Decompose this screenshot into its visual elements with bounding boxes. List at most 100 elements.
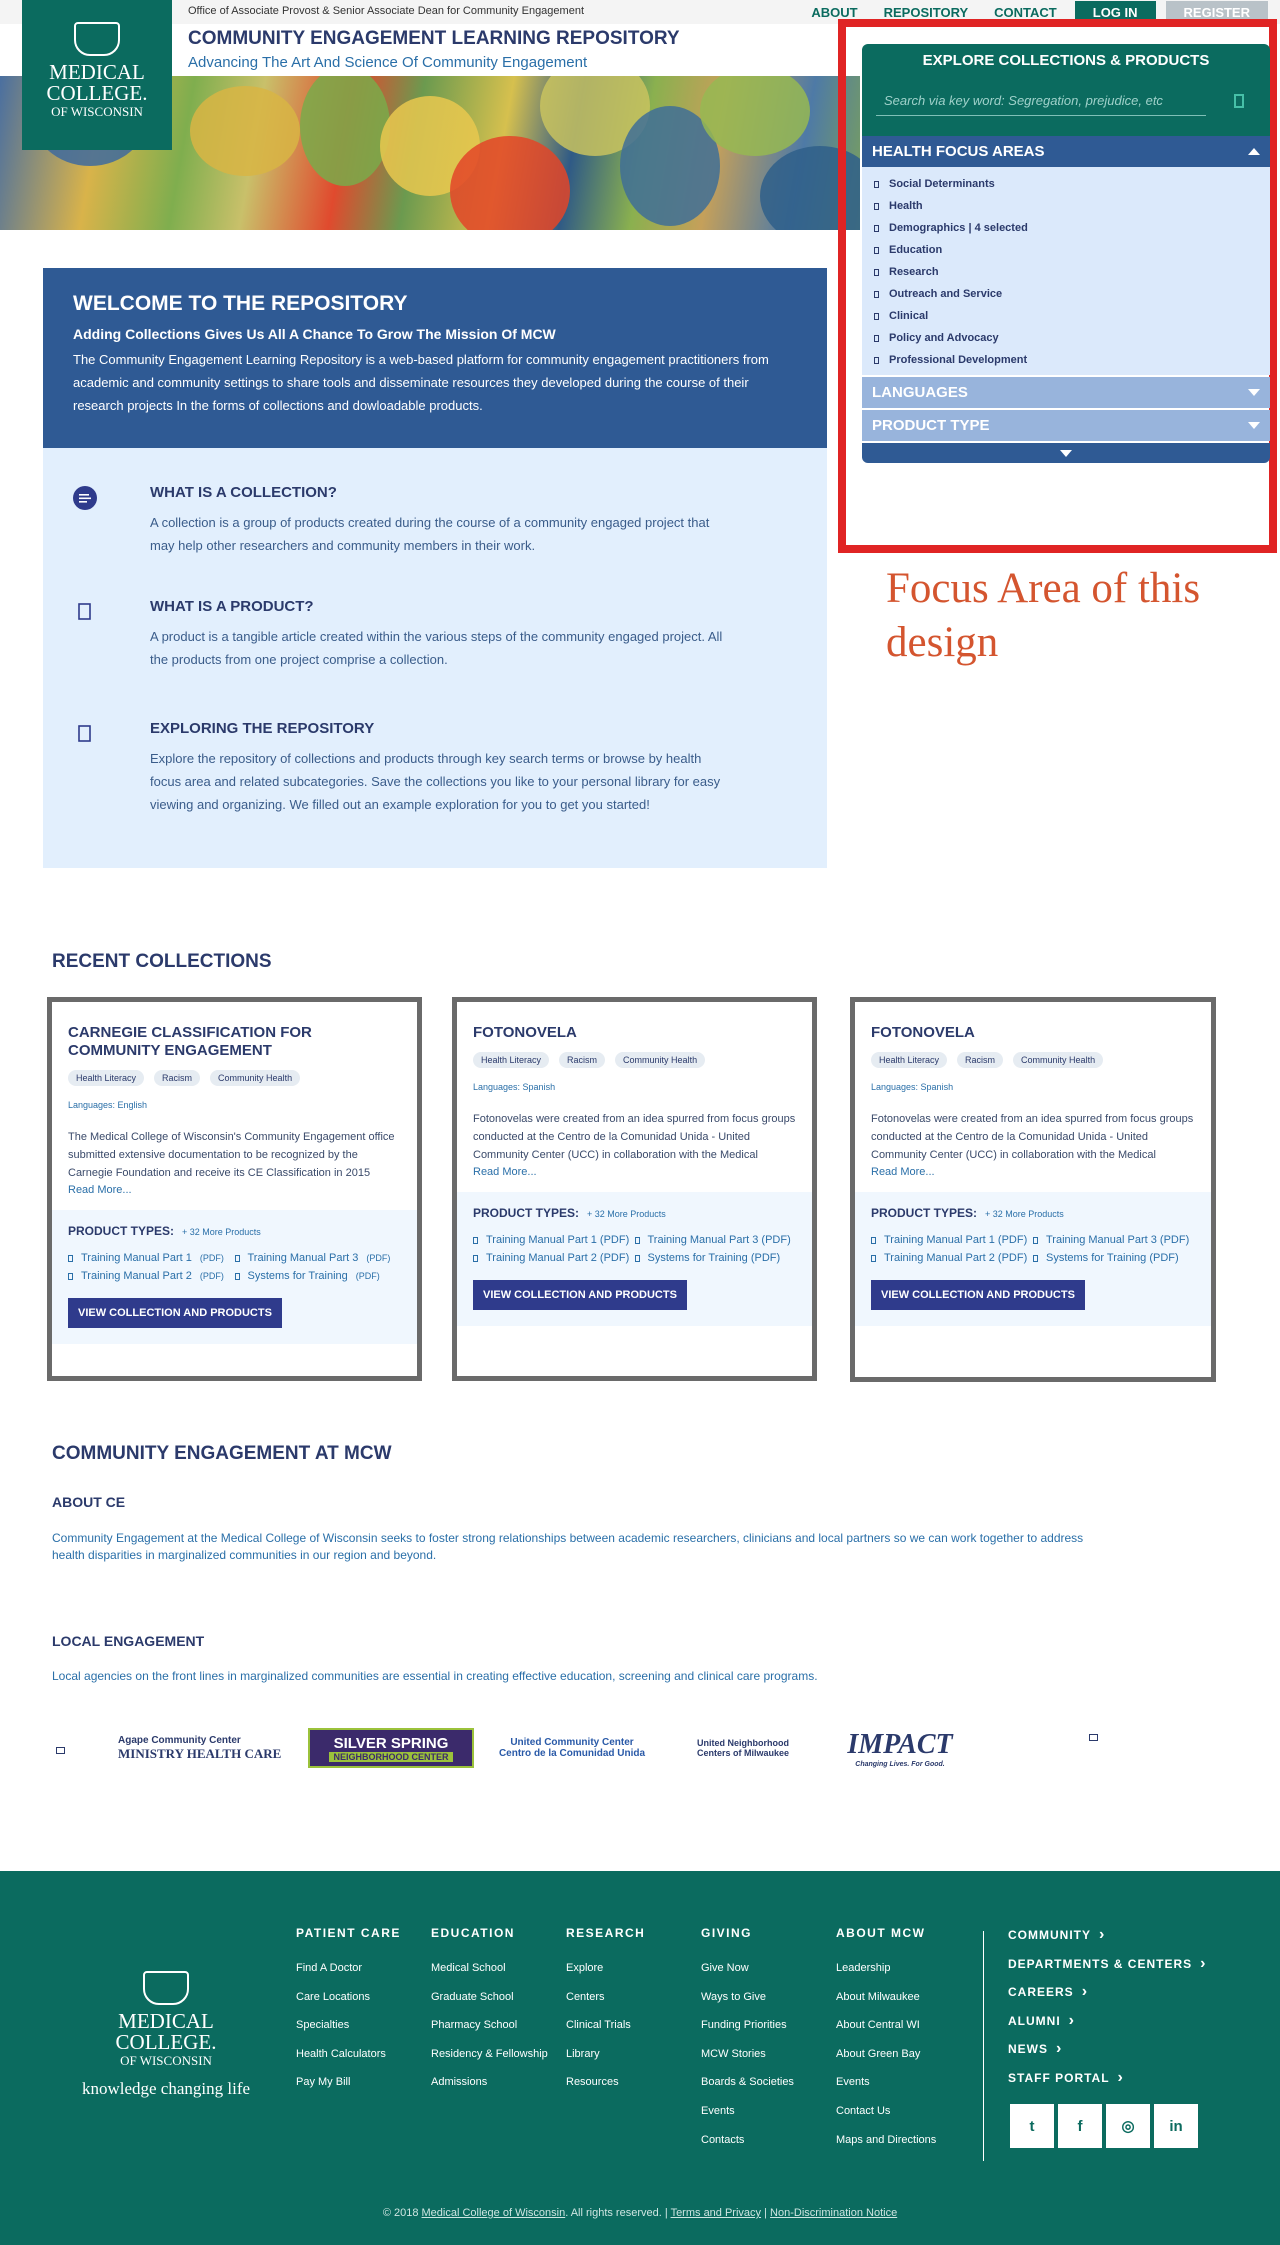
tag-chip[interactable]: Community Health — [1013, 1052, 1104, 1068]
checkbox-icon[interactable] — [874, 334, 879, 342]
health-focus-option[interactable]: Demographics | 4 selected — [874, 217, 1258, 239]
footer-link[interactable]: Health Calculators — [296, 2048, 401, 2077]
checkbox-icon[interactable] — [874, 268, 879, 276]
footer-link[interactable]: Graduate School — [431, 1991, 548, 2020]
partner-silver-spring-logo[interactable]: SILVER SPRING NEIGHBORHOOD CENTER — [308, 1728, 474, 1768]
accordion-languages[interactable]: LANGUAGES — [862, 377, 1270, 408]
footer-link[interactable]: Give Now — [701, 1962, 794, 1991]
health-focus-option[interactable]: Social Determinants — [874, 173, 1258, 195]
search-icon[interactable] — [1234, 94, 1244, 108]
footer-side-link[interactable]: ALUMNI › — [1008, 2012, 1206, 2041]
view-collection-button[interactable]: VIEW COLLECTION AND PRODUCTS — [473, 1280, 687, 1310]
health-focus-option[interactable]: Education — [874, 239, 1258, 261]
footer-link[interactable]: Boards & Societies — [701, 2076, 794, 2105]
accordion-health-focus[interactable]: HEALTH FOCUS AREAS — [862, 136, 1270, 167]
product-link[interactable]: Training Manual Part 2 (PDF) — [473, 1252, 635, 1264]
health-focus-option[interactable]: Professional Development — [874, 349, 1258, 371]
nav-about[interactable]: ABOUT — [803, 5, 865, 20]
footer-link[interactable]: Find A Doctor — [296, 1962, 401, 1991]
footer-link[interactable]: Centers — [566, 1991, 645, 2020]
tag-chip[interactable]: Community Health — [615, 1052, 706, 1068]
footer-link[interactable]: Maps and Directions — [836, 2134, 936, 2163]
product-link[interactable]: Training Manual Part 1 (PDF) — [871, 1234, 1033, 1246]
tag-chip[interactable]: Health Literacy — [871, 1052, 948, 1068]
partner-ucc-logo[interactable]: United Community Center Centro de la Com… — [488, 1725, 656, 1771]
product-link[interactable]: Training Manual Part 1 (PDF) — [68, 1252, 235, 1264]
tag-chip[interactable]: Health Literacy — [473, 1052, 550, 1068]
search-input[interactable] — [876, 86, 1206, 116]
footer-side-link[interactable]: CAREERS › — [1008, 1983, 1206, 2012]
card-title[interactable]: CARNEGIE CLASSIFICATION FOR COMMUNITY EN… — [68, 1024, 401, 1060]
product-link[interactable]: Systems for Training (PDF) — [234, 1270, 402, 1282]
read-more-link[interactable]: Read More... — [473, 1166, 796, 1178]
card-title[interactable]: FOTONOVELA — [871, 1024, 1195, 1042]
health-focus-option[interactable]: Health — [874, 195, 1258, 217]
tag-chip[interactable]: Racism — [559, 1052, 606, 1068]
footer-side-link[interactable]: COMMUNITY › — [1008, 1926, 1206, 1955]
view-collection-button[interactable]: VIEW COLLECTION AND PRODUCTS — [68, 1298, 282, 1328]
footer-link[interactable]: Resources — [566, 2076, 645, 2105]
footer-link[interactable]: Contacts — [701, 2134, 794, 2163]
terms-link[interactable]: Terms and Privacy — [671, 2207, 761, 2219]
footer-link[interactable]: Leadership — [836, 1962, 936, 1991]
view-collection-button[interactable]: VIEW COLLECTION AND PRODUCTS — [871, 1280, 1085, 1310]
footer-link[interactable]: Events — [836, 2076, 936, 2105]
footer-link[interactable]: Library — [566, 2048, 645, 2077]
footer-side-link[interactable]: NEWS › — [1008, 2040, 1206, 2069]
checkbox-icon[interactable] — [874, 224, 879, 232]
read-more-link[interactable]: Read More... — [68, 1184, 401, 1196]
footer-link[interactable]: Funding Priorities — [701, 2019, 794, 2048]
product-link[interactable]: Training Manual Part 3 (PDF) — [634, 1234, 797, 1246]
partner-agape-logo[interactable]: Agape Community Center MINISTRY HEALTH C… — [118, 1725, 294, 1771]
footer-link[interactable]: Residency & Fellowship — [431, 2048, 548, 2077]
accordion-product-type[interactable]: PRODUCT TYPE — [862, 410, 1270, 441]
footer-link[interactable]: Specialties — [296, 2019, 401, 2048]
footer-link[interactable]: About Central WI — [836, 2019, 936, 2048]
expand-panel-button[interactable] — [862, 443, 1270, 463]
footer-link[interactable]: Pay My Bill — [296, 2076, 401, 2105]
carousel-prev-icon[interactable] — [56, 1747, 65, 1754]
footer-link[interactable]: About Milwaukee — [836, 1991, 936, 2020]
footer-link[interactable]: Clinical Trials — [566, 2019, 645, 2048]
product-link[interactable]: Training Manual Part 2 (PDF) — [871, 1252, 1033, 1264]
checkbox-icon[interactable] — [874, 202, 879, 210]
more-products-link[interactable]: + 32 More Products — [182, 1227, 261, 1237]
footer-link[interactable]: Events — [701, 2105, 794, 2134]
checkbox-icon[interactable] — [874, 356, 879, 364]
footer-link[interactable]: MCW Stories — [701, 2048, 794, 2077]
product-link[interactable]: Systems for Training (PDF) — [1033, 1252, 1195, 1264]
footer-side-link[interactable]: STAFF PORTAL › — [1008, 2069, 1206, 2098]
product-link[interactable]: Training Manual Part 1 (PDF) — [473, 1234, 635, 1246]
footer-logo[interactable]: MEDICAL COLLEGE. OF WISCONSIN knowledge … — [76, 1971, 256, 2099]
more-products-link[interactable]: + 32 More Products — [587, 1209, 666, 1219]
health-focus-option[interactable]: Research — [874, 261, 1258, 283]
mcw-link[interactable]: Medical College of Wisconsin — [422, 2207, 566, 2219]
health-focus-option[interactable]: Clinical — [874, 305, 1258, 327]
footer-link[interactable]: Medical School — [431, 1962, 548, 1991]
tag-chip[interactable]: Community Health — [210, 1070, 301, 1086]
checkbox-icon[interactable] — [874, 246, 879, 254]
footer-link[interactable]: Explore — [566, 1962, 645, 1991]
footer-side-link[interactable]: DEPARTMENTS & CENTERS › — [1008, 1955, 1206, 1984]
nav-contact[interactable]: CONTACT — [986, 5, 1065, 20]
partner-unc-logo[interactable]: United Neighborhood Centers of Milwaukee — [670, 1725, 816, 1771]
tag-chip[interactable]: Racism — [154, 1070, 201, 1086]
twitter-icon[interactable]: t — [1010, 2104, 1054, 2148]
footer-link[interactable]: About Green Bay — [836, 2048, 936, 2077]
carousel-next-icon[interactable] — [1089, 1734, 1098, 1741]
tag-chip[interactable]: Health Literacy — [68, 1070, 145, 1086]
product-link[interactable]: Training Manual Part 3 (PDF) — [234, 1252, 402, 1264]
footer-link[interactable]: Care Locations — [296, 1991, 401, 2020]
mcw-logo[interactable]: MEDICAL COLLEGE. OF WISCONSIN — [22, 0, 172, 150]
footer-link[interactable]: Admissions — [431, 2076, 548, 2105]
health-focus-option[interactable]: Policy and Advocacy — [874, 327, 1258, 349]
instagram-icon[interactable]: ◎ — [1106, 2104, 1150, 2148]
nav-repository[interactable]: REPOSITORY — [876, 5, 977, 20]
footer-link[interactable]: Contact Us — [836, 2105, 936, 2134]
footer-link[interactable]: Pharmacy School — [431, 2019, 548, 2048]
checkbox-icon[interactable] — [874, 180, 879, 188]
footer-link[interactable]: Ways to Give — [701, 1991, 794, 2020]
nondiscrimination-link[interactable]: Non-Discrimination Notice — [770, 2207, 897, 2219]
facebook-icon[interactable]: f — [1058, 2104, 1102, 2148]
product-link[interactable]: Training Manual Part 2 (PDF) — [68, 1270, 235, 1282]
